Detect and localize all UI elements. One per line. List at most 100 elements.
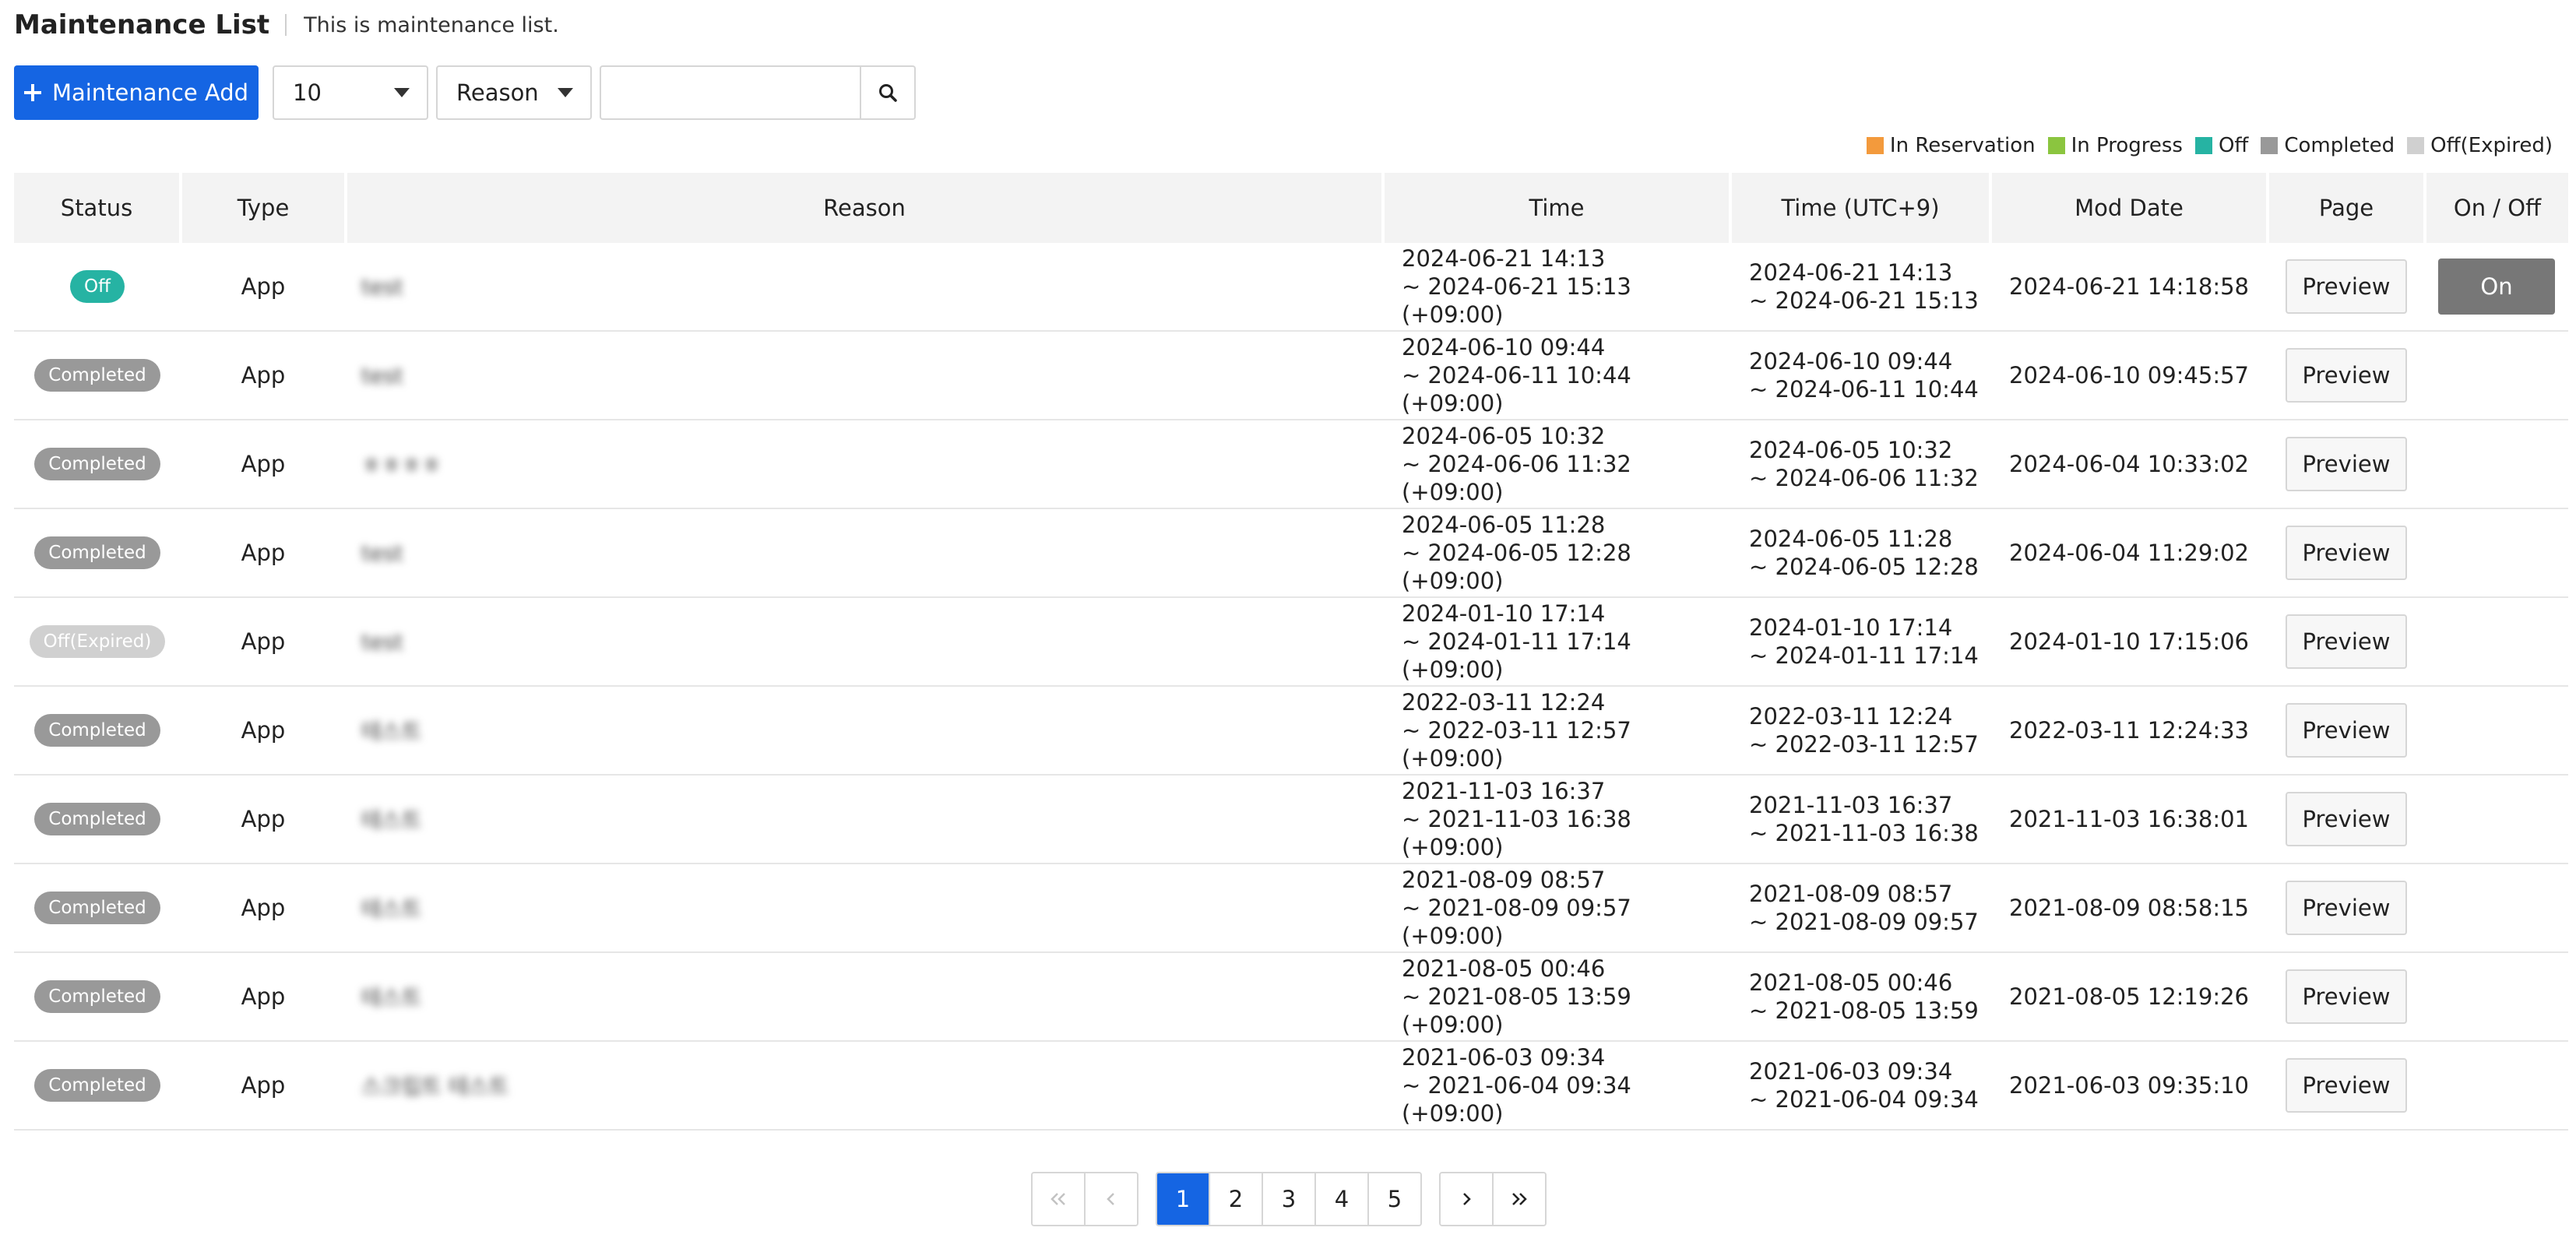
- preview-button[interactable]: Preview: [2286, 437, 2407, 491]
- legend-swatch: [2261, 137, 2279, 154]
- reason-text: test: [361, 629, 403, 655]
- double-chevron-left-icon: [1050, 1193, 1065, 1205]
- page-cell: Preview: [2268, 1041, 2425, 1131]
- utc-time-start: 2024-06-21 14:13: [1749, 259, 1953, 286]
- table-row: Off(Expired) App test 2024-01-10 17:14 ~ 202…: [14, 597, 2568, 687]
- legend-item: Completed: [2261, 134, 2395, 157]
- preview-button[interactable]: Preview: [2286, 792, 2407, 846]
- mod-date-cell: 2021-08-09 08:58:15: [1990, 863, 2268, 953]
- chevron-left-icon: [1107, 1193, 1114, 1205]
- table-body: Off App test 2024-06-21 14:13 ~ 2024-06-21 1…: [14, 243, 2568, 1131]
- preview-button[interactable]: Preview: [2286, 259, 2407, 314]
- status-cell: Completed: [14, 331, 181, 420]
- utc-time-start: 2021-06-03 09:34: [1749, 1058, 1953, 1085]
- table-row: Completed App ㅎㅎㅎㅎ 2024-06-05 10:32 ~ 2024-0…: [14, 420, 2568, 509]
- page-cell: Preview: [2268, 686, 2425, 776]
- reason-cell: 테스트: [346, 863, 1383, 953]
- column-header: On / Off: [2423, 173, 2568, 243]
- preview-button[interactable]: Preview: [2286, 348, 2407, 403]
- preview-button[interactable]: Preview: [2286, 1058, 2407, 1113]
- legend-swatch: [1866, 137, 1884, 154]
- legend-item: Off: [2194, 134, 2248, 157]
- utc-time-end: ~ 2024-06-05 12:28: [1749, 554, 1979, 580]
- time-cell: 2021-08-05 00:46 ~ 2021-08-05 13:59 (+09:…: [1383, 952, 1730, 1042]
- utc-time-cell: 2024-06-05 10:32 ~ 2024-06-06 11:32: [1730, 420, 1990, 509]
- mod-date-cell: 2024-01-10 17:15:06: [1990, 597, 2268, 687]
- utc-time-start: 2021-08-05 00:46: [1749, 969, 1953, 996]
- page-cell: Preview: [2268, 420, 2425, 509]
- page-number-button[interactable]: 4: [1314, 1173, 1367, 1225]
- utc-time-end: ~ 2021-11-03 16:38: [1749, 820, 1979, 846]
- status-badge: Completed: [34, 714, 160, 747]
- page-cell: Preview: [2268, 508, 2425, 598]
- type-cell: App: [181, 863, 346, 953]
- reason-cell: test: [346, 597, 1383, 687]
- type-cell: App: [181, 508, 346, 598]
- time-cell: 2022-03-11 12:24 ~ 2022-03-11 12:57 (+09:…: [1383, 686, 1730, 776]
- search-input[interactable]: [600, 65, 861, 120]
- last-page-button[interactable]: [1492, 1173, 1545, 1225]
- status-cell: Completed: [14, 775, 181, 864]
- page-number-button[interactable]: 3: [1262, 1173, 1314, 1225]
- preview-button[interactable]: Preview: [2286, 703, 2407, 758]
- on-off-cell: [2425, 1041, 2568, 1131]
- time-start: 2024-01-10 17:14: [1402, 600, 1606, 627]
- pagination-next-group: [1439, 1172, 1547, 1226]
- page-size-select[interactable]: 10: [273, 65, 428, 120]
- on-off-cell: [2425, 863, 2568, 953]
- reason-cell: 스크립트 테스트: [346, 1041, 1383, 1131]
- table-row: Completed App 테스트 2022-03-11 12:24 ~ 2022-03…: [14, 686, 2568, 776]
- reason-cell: test: [346, 331, 1383, 420]
- status-cell: Completed: [14, 1041, 181, 1131]
- page-cell: Preview: [2268, 331, 2425, 420]
- utc-time-end: ~ 2021-06-04 09:34: [1749, 1086, 1979, 1113]
- double-chevron-right-icon: [1512, 1193, 1527, 1205]
- pagination-prev-group: [1031, 1172, 1138, 1226]
- utc-time-start: 2024-01-10 17:14: [1749, 614, 1953, 641]
- utc-time-start: 2024-06-10 09:44: [1749, 348, 1953, 375]
- page-number-button[interactable]: 5: [1367, 1173, 1420, 1225]
- preview-button[interactable]: Preview: [2286, 881, 2407, 935]
- status-badge: Completed: [34, 892, 160, 924]
- first-page-button[interactable]: [1033, 1173, 1084, 1225]
- search-button[interactable]: [861, 65, 916, 120]
- time-end: ~ 2024-06-21 15:13 (+09:00): [1402, 273, 1631, 328]
- utc-time-cell: 2021-08-09 08:57 ~ 2021-08-09 09:57: [1730, 863, 1990, 953]
- preview-button[interactable]: Preview: [2286, 526, 2407, 580]
- type-cell: App: [181, 420, 346, 509]
- table-row: Completed App 테스트 2021-08-05 00:46 ~ 2021-08…: [14, 952, 2568, 1042]
- prev-page-button[interactable]: [1084, 1173, 1137, 1225]
- on-off-toggle-button[interactable]: On: [2438, 259, 2555, 315]
- maintenance-add-label: Maintenance Add: [51, 79, 249, 106]
- maintenance-add-button[interactable]: Maintenance Add: [14, 65, 259, 120]
- page-number-button[interactable]: 1: [1157, 1173, 1209, 1225]
- reason-text: 테스트: [361, 719, 422, 744]
- table-row: Off App test 2024-06-21 14:13 ~ 2024-06-21 1…: [14, 243, 2568, 332]
- time-start: 2024-06-05 10:32: [1402, 423, 1606, 449]
- legend-item: In Reservation: [1866, 134, 2036, 157]
- utc-time-start: 2021-11-03 16:37: [1749, 792, 1953, 818]
- search-field-select[interactable]: Reason: [436, 65, 592, 120]
- page-number-button[interactable]: 2: [1209, 1173, 1262, 1225]
- next-page-button[interactable]: [1441, 1173, 1492, 1225]
- preview-button[interactable]: Preview: [2286, 969, 2407, 1024]
- time-start: 2024-06-10 09:44: [1402, 334, 1606, 360]
- page-cell: Preview: [2268, 775, 2425, 864]
- utc-time-end: ~ 2024-06-06 11:32: [1749, 465, 1979, 491]
- pagination: 12345: [1031, 1172, 1547, 1226]
- legend-item: Off(Expired): [2407, 134, 2553, 157]
- page-number-group: 12345: [1156, 1172, 1422, 1226]
- column-header: Type: [179, 173, 346, 243]
- preview-button[interactable]: Preview: [2286, 614, 2407, 669]
- status-cell: Completed: [14, 686, 181, 776]
- plus-icon: [23, 84, 41, 101]
- legend-swatch: [2047, 137, 2065, 154]
- maintenance-page: Maintenance List This is maintenance lis…: [0, 0, 2576, 1238]
- type-cell: App: [181, 597, 346, 687]
- time-end: ~ 2021-06-04 09:34 (+09:00): [1402, 1072, 1631, 1127]
- status-badge: Off(Expired): [29, 625, 166, 658]
- time-cell: 2024-06-10 09:44 ~ 2024-06-11 10:44 (+09:…: [1383, 331, 1730, 420]
- table-row: Completed App 스크립트 테스트 2021-06-03 09:34 ~ 20…: [14, 1041, 2568, 1131]
- on-off-cell: [2425, 952, 2568, 1042]
- type-cell: App: [181, 1041, 346, 1131]
